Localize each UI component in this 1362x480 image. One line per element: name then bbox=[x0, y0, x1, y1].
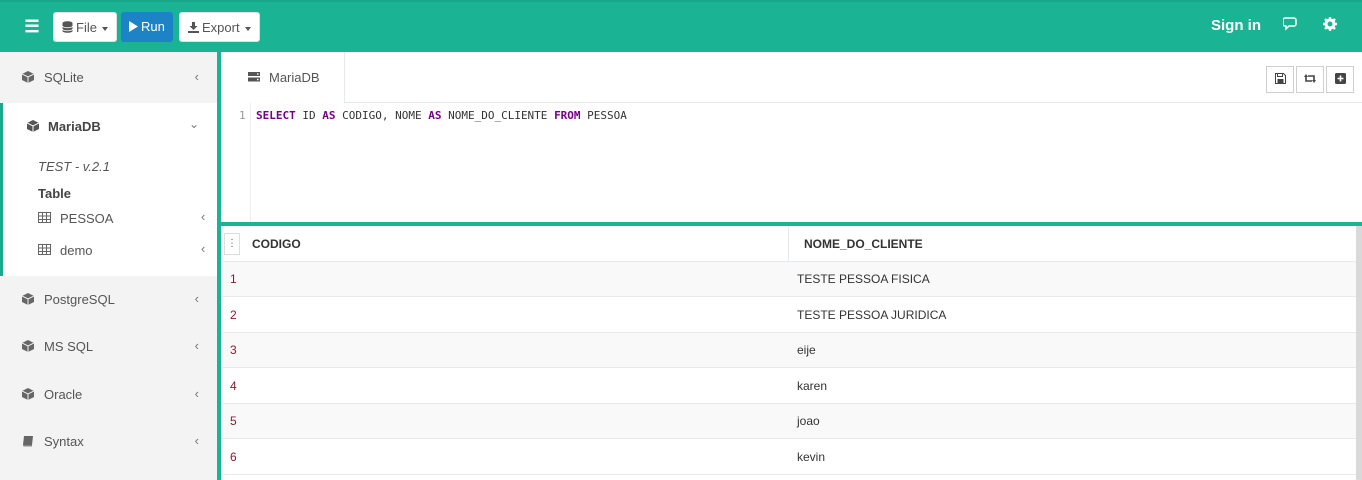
file-button-label: File bbox=[76, 20, 97, 35]
table-label: PESSOA bbox=[60, 211, 114, 226]
top-toolbar: ☰ File Run Export Sign in bbox=[0, 0, 1362, 52]
table-heading: Table bbox=[38, 186, 71, 201]
table-header: ⋮ CODIGO NOME_DO_CLIENTE bbox=[221, 226, 1356, 262]
cell-codigo: 2 bbox=[230, 308, 237, 322]
sidebar-item-mariadb[interactable]: MariaDB ⌄ bbox=[3, 103, 217, 151]
file-button[interactable]: File bbox=[53, 12, 117, 42]
save-icon bbox=[1274, 73, 1286, 84]
cell-codigo: 1 bbox=[230, 272, 237, 286]
caret-down-icon bbox=[244, 26, 251, 31]
sql-keyword: SELECT bbox=[256, 109, 296, 122]
sidebar-item-sqlite[interactable]: SQLite ‹ bbox=[0, 54, 217, 102]
sql-text: CODIGO, NOME bbox=[335, 109, 429, 122]
column-menu-icon[interactable]: ⋮ bbox=[224, 233, 240, 255]
sql-text: PESSOA bbox=[580, 109, 627, 122]
sidebar-table-demo[interactable]: demo ‹ bbox=[3, 233, 217, 265]
chevron-left-icon: ‹ bbox=[194, 433, 199, 448]
sql-keyword: AS bbox=[322, 109, 336, 122]
export-button-label: Export bbox=[202, 20, 240, 35]
sidebar-item-oracle[interactable]: Oracle ‹ bbox=[0, 371, 217, 419]
cell-codigo: 5 bbox=[230, 414, 237, 428]
line-gutter: 1 bbox=[221, 103, 251, 222]
chevron-down-icon: ⌄ bbox=[188, 117, 199, 131]
column-header-codigo[interactable]: CODIGO bbox=[252, 237, 301, 251]
sidebar-item-label: SQLite bbox=[44, 70, 84, 85]
sidebar-item-label: MariaDB bbox=[48, 119, 101, 134]
cell-nome: TESTE PESSOA JURIDICA bbox=[797, 308, 947, 322]
cell-nome: eije bbox=[797, 343, 816, 357]
caret-down-icon bbox=[101, 26, 108, 31]
play-icon bbox=[129, 21, 138, 32]
table-icon bbox=[38, 244, 51, 255]
sign-in-link[interactable]: Sign in bbox=[1211, 17, 1261, 34]
cube-icon bbox=[22, 340, 34, 352]
table-row[interactable]: 5 joao bbox=[221, 404, 1356, 439]
sql-text: ID bbox=[295, 109, 323, 122]
gear-icon[interactable] bbox=[1323, 17, 1337, 36]
table-row[interactable]: 6 kevin bbox=[221, 440, 1356, 475]
refresh-button[interactable] bbox=[1296, 66, 1324, 93]
sidebar-item-syntax[interactable]: Syntax ‹ bbox=[0, 418, 217, 466]
sql-query[interactable]: SELECT ID AS CODIGO, NOME AS NOME_DO_CLI… bbox=[256, 109, 627, 122]
cube-icon bbox=[22, 293, 34, 305]
table-icon bbox=[38, 212, 51, 223]
line-number: 1 bbox=[239, 109, 246, 122]
results-table: ⋮ CODIGO NOME_DO_CLIENTE 1 TESTE PESSOA … bbox=[221, 226, 1356, 480]
cell-codigo: 4 bbox=[230, 379, 237, 393]
chevron-left-icon: ‹ bbox=[201, 241, 206, 256]
sidebar-item-mssql[interactable]: MS SQL ‹ bbox=[0, 323, 217, 371]
cell-nome: karen bbox=[797, 379, 828, 393]
download-icon bbox=[188, 22, 199, 33]
table-row[interactable]: 1 TESTE PESSOA FISICA bbox=[221, 262, 1356, 297]
column-header-nome[interactable]: NOME_DO_CLIENTE bbox=[804, 237, 923, 251]
save-button[interactable] bbox=[1266, 66, 1294, 93]
server-icon bbox=[248, 72, 260, 82]
export-button[interactable]: Export bbox=[179, 12, 260, 42]
cube-icon bbox=[27, 120, 39, 132]
hamburger-icon[interactable]: ☰ bbox=[20, 16, 44, 38]
sidebar: SQLite ‹ MariaDB ⌄ TEST - v.2.1 Table PE… bbox=[0, 52, 217, 480]
results-scrollbar[interactable] bbox=[1356, 226, 1362, 480]
sidebar-item-mariadb-expanded: MariaDB ⌄ TEST - v.2.1 Table PESSOA ‹ de… bbox=[0, 103, 217, 276]
tab-label: MariaDB bbox=[269, 70, 320, 85]
sidebar-item-label: PostgreSQL bbox=[44, 292, 115, 307]
cell-nome: joao bbox=[797, 414, 820, 428]
tab-mariadb[interactable]: MariaDB bbox=[221, 52, 345, 103]
database-icon bbox=[62, 21, 73, 33]
cell-codigo: 3 bbox=[230, 343, 237, 357]
chevron-left-icon: ‹ bbox=[194, 69, 199, 84]
sql-text: NOME_DO_CLIENTE bbox=[441, 109, 555, 122]
cell-codigo: 6 bbox=[230, 450, 237, 464]
sql-editor[interactable]: 1 SELECT ID AS CODIGO, NOME AS NOME_DO_C… bbox=[221, 103, 1362, 222]
db-version: TEST - v.2.1 bbox=[38, 159, 110, 174]
chevron-left-icon: ‹ bbox=[194, 386, 199, 401]
sidebar-item-label: Oracle bbox=[44, 387, 83, 402]
chevron-left-icon: ‹ bbox=[194, 338, 199, 353]
chevron-left-icon: ‹ bbox=[201, 209, 206, 224]
tab-bar: MariaDB bbox=[221, 52, 1362, 103]
sidebar-item-label: MS SQL bbox=[44, 339, 94, 354]
chat-icon[interactable] bbox=[1282, 17, 1299, 36]
table-row[interactable]: 4 karen bbox=[221, 369, 1356, 404]
cell-nome: TESTE PESSOA FISICA bbox=[797, 272, 930, 286]
cube-icon bbox=[22, 71, 34, 83]
run-button-label: Run bbox=[141, 19, 165, 34]
plus-square-icon bbox=[1334, 73, 1346, 84]
book-icon bbox=[23, 436, 33, 447]
column-divider bbox=[788, 226, 789, 262]
run-button[interactable]: Run bbox=[121, 12, 173, 42]
chevron-left-icon: ‹ bbox=[194, 291, 199, 306]
sidebar-item-postgresql[interactable]: PostgreSQL ‹ bbox=[0, 276, 217, 324]
sidebar-table-pessoa[interactable]: PESSOA ‹ bbox=[3, 201, 217, 233]
cube-icon bbox=[22, 388, 34, 400]
cell-nome: kevin bbox=[797, 450, 826, 464]
table-row[interactable]: 2 TESTE PESSOA JURIDICA bbox=[221, 298, 1356, 333]
sql-keyword: FROM bbox=[554, 109, 581, 122]
sql-keyword: AS bbox=[428, 109, 442, 122]
retweet-icon bbox=[1304, 74, 1316, 83]
table-row[interactable]: 3 eije bbox=[221, 333, 1356, 368]
sidebar-item-label: Syntax bbox=[44, 434, 84, 449]
add-tab-button[interactable] bbox=[1326, 66, 1354, 93]
table-label: demo bbox=[60, 243, 93, 258]
